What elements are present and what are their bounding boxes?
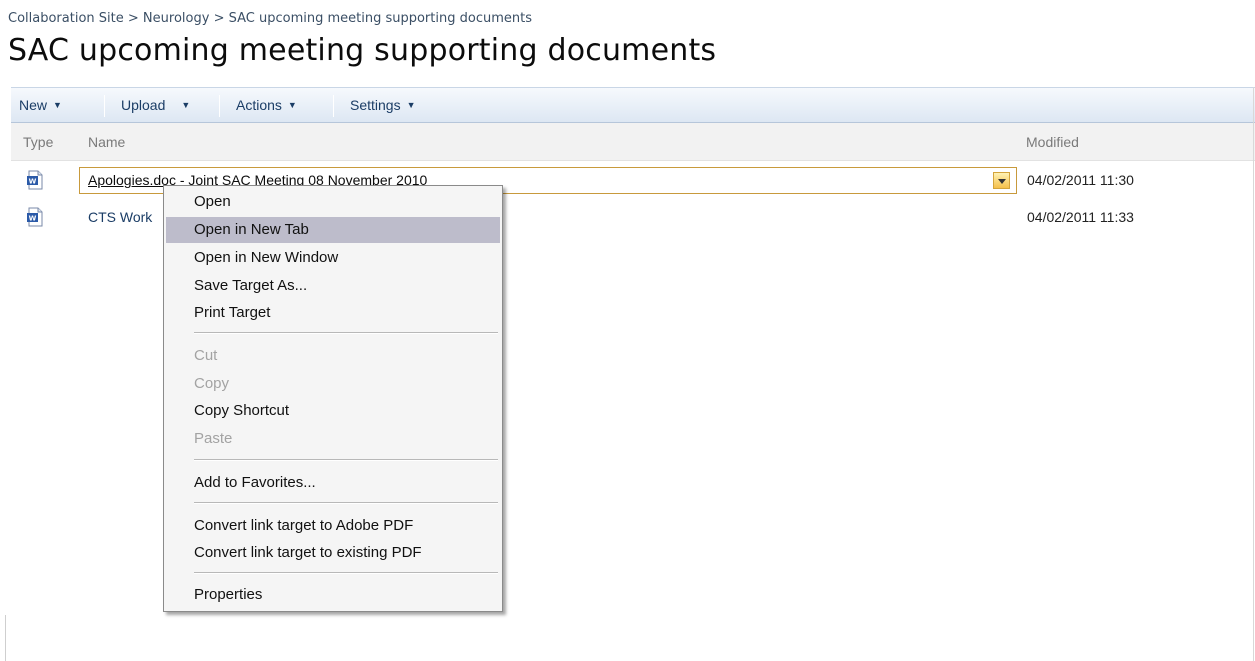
menu-separator (194, 459, 498, 461)
column-header-name[interactable]: Name (88, 123, 125, 161)
page-title: SAC upcoming meeting supporting document… (8, 33, 717, 68)
breadcrumb-item-current: SAC upcoming meeting supporting document… (228, 11, 532, 26)
menu-item-add-to-favorites[interactable]: Add to Favorites... (166, 470, 500, 496)
breadcrumb-item-collaboration-site[interactable]: Collaboration Site (8, 11, 124, 26)
breadcrumb: Collaboration Site > Neurology > SAC upc… (8, 11, 532, 26)
menu-item-print-target[interactable]: Print Target (166, 300, 500, 326)
upload-label: Upload (121, 97, 166, 113)
menu-separator (194, 332, 498, 334)
menu-item-convert-to-existing-pdf[interactable]: Convert link target to existing PDF (166, 540, 500, 566)
menu-item-open-in-new-window[interactable]: Open in New Window (166, 245, 500, 271)
document-link[interactable]: CTS Work (88, 209, 152, 225)
menu-item-paste: Paste (194, 430, 233, 447)
modified-date: 04/02/2011 11:30 (1027, 172, 1134, 188)
settings-label: Settings (350, 97, 401, 113)
settings-menu-button[interactable]: Settings ▼ (350, 88, 416, 122)
chevron-down-icon: ▼ (287, 100, 297, 110)
menu-separator (194, 572, 498, 574)
chevron-down-icon: ▼ (53, 100, 62, 110)
word-doc-icon[interactable]: W (26, 207, 44, 227)
menu-item-copy-shortcut[interactable]: Copy Shortcut (166, 398, 500, 424)
breadcrumb-item-neurology[interactable]: Neurology (143, 11, 210, 26)
page-border-right (1253, 87, 1254, 661)
menu-item-properties[interactable]: Properties (166, 582, 500, 608)
context-menu: Open Open in New Tab Open in New Window … (163, 185, 503, 612)
breadcrumb-separator: > (127, 11, 139, 26)
toolbar: New ▼ Upload ▼ Actions ▼ Settings ▼ (11, 87, 1255, 123)
menu-item-open[interactable]: Open (166, 189, 500, 215)
column-header-type[interactable]: Type (23, 123, 53, 161)
toolbar-divider (104, 95, 105, 117)
page-border-left (5, 615, 6, 661)
modified-date: 04/02/2011 11:33 (1027, 209, 1134, 225)
chevron-down-icon: ▼ (181, 100, 191, 110)
chevron-down-icon: ▼ (406, 100, 416, 110)
actions-menu-button[interactable]: Actions ▼ (236, 88, 297, 122)
svg-text:W: W (29, 215, 37, 223)
menu-item-save-target-as[interactable]: Save Target As... (166, 273, 500, 299)
upload-menu-button[interactable]: Upload ▼ (121, 88, 190, 122)
toolbar-divider (219, 95, 220, 117)
new-menu-button[interactable]: New ▼ (19, 88, 62, 122)
new-label: New (19, 97, 48, 113)
menu-item-convert-to-adobe-pdf[interactable]: Convert link target to Adobe PDF (166, 513, 500, 539)
svg-text:W: W (29, 178, 37, 186)
menu-item-copy: Copy (194, 375, 230, 392)
breadcrumb-separator: > (213, 11, 225, 26)
menu-item-cut: Cut (194, 347, 218, 364)
column-header-modified[interactable]: Modified (1026, 123, 1079, 161)
word-doc-icon[interactable]: W (26, 170, 44, 190)
toolbar-divider (333, 95, 334, 117)
menu-item-open-in-new-tab[interactable]: Open in New Tab (166, 217, 500, 243)
menu-separator (194, 502, 498, 504)
actions-label: Actions (236, 97, 282, 113)
